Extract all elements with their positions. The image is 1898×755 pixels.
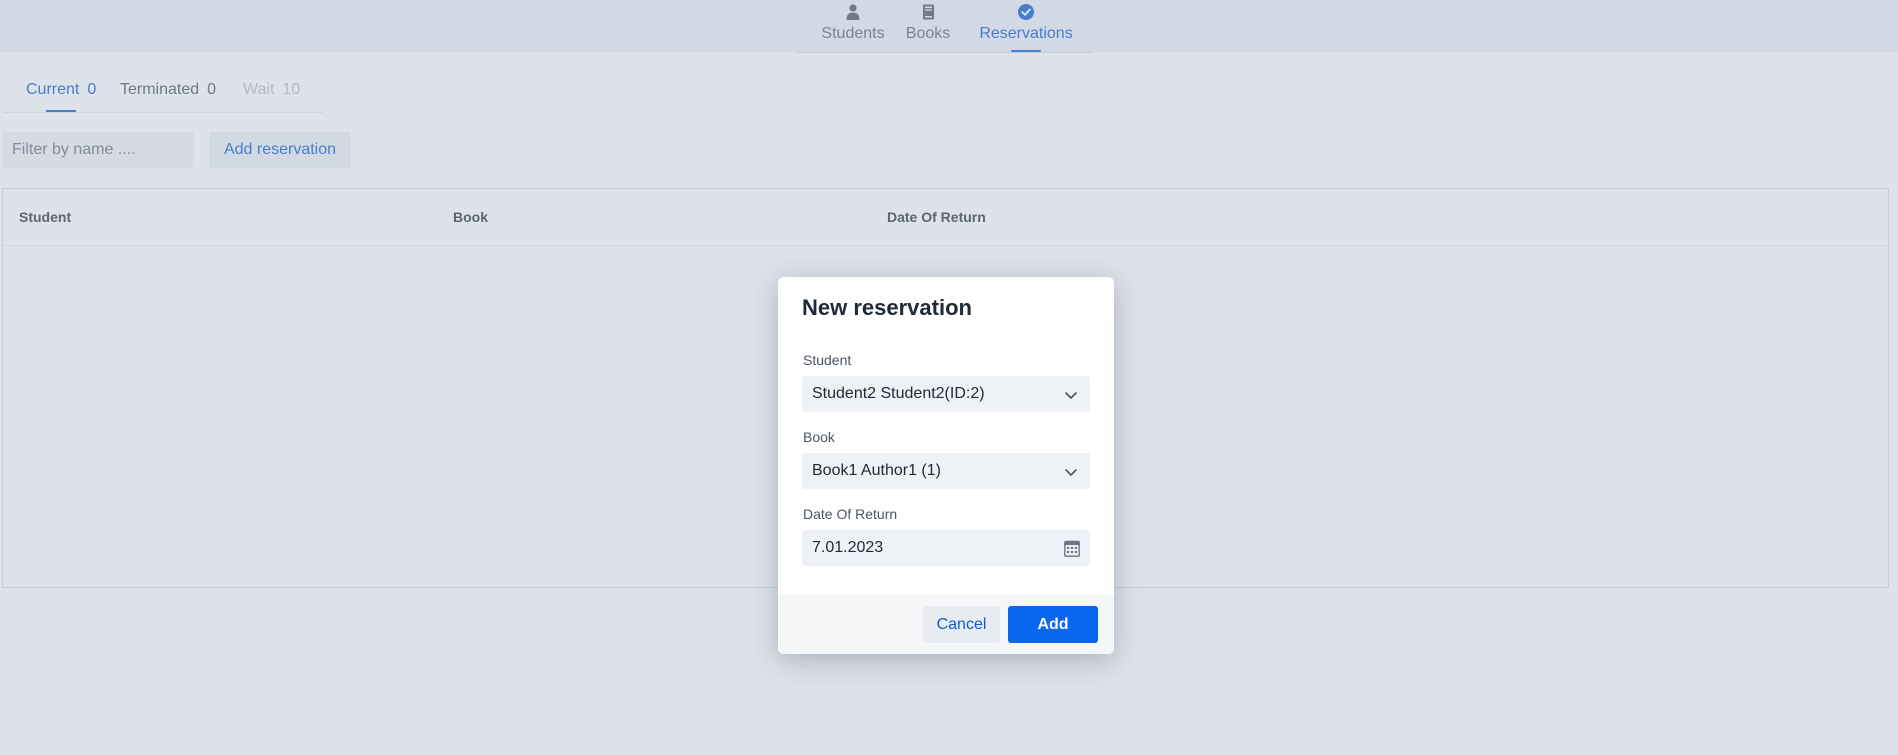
- book-select[interactable]: Book1 Author1 (1): [802, 453, 1090, 489]
- dialog-title: New reservation: [802, 295, 972, 320]
- calendar-icon[interactable]: [1064, 539, 1080, 557]
- chevron-down-icon: [1064, 465, 1078, 477]
- dialog-footer: Cancel Add: [778, 595, 1114, 654]
- student-select[interactable]: Student2 Student2(ID:2): [802, 376, 1090, 412]
- date-of-return-picker[interactable]: 7.01.2023: [802, 530, 1090, 566]
- book-select-value: Book1 Author1 (1): [812, 462, 941, 479]
- book-field-label: Book: [803, 429, 835, 445]
- add-button[interactable]: Add: [1008, 606, 1098, 643]
- new-reservation-dialog: New reservation Student Student2 Student…: [778, 277, 1114, 654]
- student-select-value: Student2 Student2(ID:2): [812, 385, 985, 402]
- cancel-button[interactable]: Cancel: [923, 606, 1000, 643]
- student-field-label: Student: [803, 352, 852, 368]
- chevron-down-icon: [1064, 388, 1078, 400]
- date-field-label: Date Of Return: [803, 506, 898, 522]
- date-of-return-value: 7.01.2023: [812, 539, 884, 556]
